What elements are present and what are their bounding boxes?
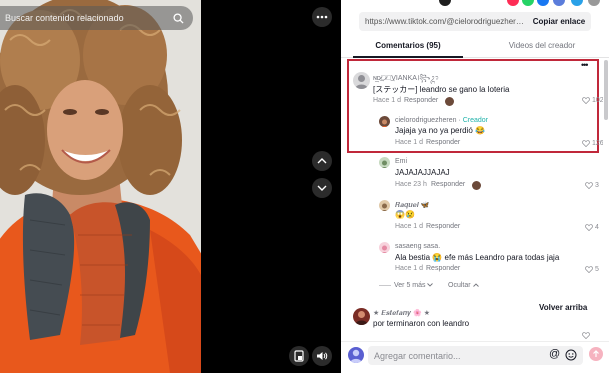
view-more-label[interactable]: Ver 5 más: [394, 282, 426, 289]
hide-replies[interactable]: Ocultar: [448, 282, 479, 289]
creator-liked-avatar: [472, 181, 481, 190]
comment-author[interactable]: ★ 𝑬𝒔𝒕𝒆𝒇𝒂𝒏𝒚 🌸 ★: [373, 309, 430, 318]
comments-scrollbar[interactable]: [603, 58, 609, 341]
video-player[interactable]: [0, 0, 201, 373]
device-icon: [294, 350, 304, 362]
scroll-thumb[interactable]: [604, 60, 608, 120]
reply-button[interactable]: Responder: [426, 139, 460, 146]
view-more-replies[interactable]: Ver 5 más: [379, 282, 434, 289]
video-frame-image: [0, 0, 201, 373]
send-button[interactable]: [589, 347, 603, 361]
send-icon: [593, 350, 599, 357]
share-icon-1[interactable]: [439, 0, 451, 6]
screen: https://www.tiktok.com/@cielorodriguezhe…: [0, 0, 609, 373]
reply-text: JAJAJAJJAJAJ: [395, 168, 450, 177]
volume-button[interactable]: [312, 346, 332, 366]
share-icon-2[interactable]: [507, 0, 519, 6]
avatar[interactable]: [379, 116, 390, 127]
video-pane: [0, 0, 341, 373]
reply-time: Hace 1 d: [395, 139, 424, 146]
share-icon-3[interactable]: [522, 0, 534, 6]
like-count: 4: [595, 224, 599, 231]
share-icon-4[interactable]: [537, 0, 549, 6]
reply-button[interactable]: Responder: [431, 181, 465, 188]
chevron-up-icon: [317, 158, 327, 164]
like-button[interactable]: 5: [585, 266, 599, 273]
tab-comments[interactable]: Comentarios (95): [341, 36, 475, 58]
comment-list: ɴ͢ᴅ̷͢ꪆ̷ꪳ͢VIANKA꫰꧂ᬊ [ステッカー] leandro se ga…: [341, 58, 603, 341]
chevron-down-icon: [317, 185, 327, 191]
tab-creator-videos[interactable]: Videos del creador: [475, 36, 609, 57]
avatar[interactable]: [353, 72, 370, 89]
heart-icon: [582, 140, 590, 147]
like-count: 5: [595, 266, 599, 273]
search-icon[interactable]: [171, 11, 185, 25]
reply-author[interactable]: sasaeng sasa.: [395, 243, 440, 250]
reply-button[interactable]: Responder: [404, 97, 438, 104]
reply-text: Jajaja ya no ya perdió 😂: [395, 126, 486, 135]
copy-link-button[interactable]: Copiar enlace: [527, 17, 591, 26]
comment-text: por terminaron con leandro: [373, 319, 470, 328]
emoji-icon[interactable]: [565, 348, 577, 366]
like-count: 102: [592, 97, 603, 104]
like-button[interactable]: 4: [585, 224, 599, 231]
panel-tabs: Comentarios (95) Videos del creador: [341, 36, 609, 58]
comment-text: [ステッカー] leandro se gano la loteria: [373, 85, 510, 94]
chevron-up-icon: [472, 283, 479, 287]
heart-icon: [582, 332, 590, 339]
reply-time: Hace 1 d: [395, 265, 424, 272]
hide-label[interactable]: Ocultar: [448, 282, 471, 289]
reply-time: Hace 23 h: [395, 181, 427, 188]
avatar[interactable]: [348, 347, 364, 363]
heart-icon: [585, 224, 593, 231]
share-icon-7[interactable]: [588, 0, 600, 6]
like-button[interactable]: 102: [582, 97, 603, 104]
mention-icon[interactable]: @: [549, 348, 560, 360]
comments-panel: https://www.tiktok.com/@cielorodriguezhe…: [341, 0, 609, 373]
creator-liked-avatar: [445, 97, 454, 106]
reply-time: Hace 1 d: [395, 223, 424, 230]
comment-more-button[interactable]: •••: [581, 60, 589, 70]
search-box[interactable]: [0, 6, 193, 30]
like-button[interactable]: 3: [585, 182, 599, 189]
avatar[interactable]: [379, 157, 390, 168]
comment-time: Hace 1 d: [373, 97, 402, 104]
like-count: 126: [592, 140, 603, 147]
back-to-top-button[interactable]: Volver arriba: [537, 302, 590, 313]
share-icon-6[interactable]: [571, 0, 583, 6]
avatar[interactable]: [379, 242, 390, 253]
share-icon-5[interactable]: [553, 0, 565, 6]
creator-badge: Creador: [462, 117, 489, 124]
avatar[interactable]: [353, 308, 370, 325]
next-video-button[interactable]: [312, 178, 332, 198]
heart-icon: [582, 97, 590, 104]
reply-author[interactable]: Emi: [395, 158, 407, 165]
volume-icon: [317, 352, 328, 360]
like-button[interactable]: [582, 332, 590, 339]
like-button[interactable]: 126: [582, 140, 603, 147]
share-link-row: https://www.tiktok.com/@cielorodriguezhe…: [359, 12, 591, 31]
chevron-down-icon: [427, 283, 434, 287]
avatar[interactable]: [379, 200, 390, 211]
heart-icon: [585, 182, 593, 189]
more-icon: [316, 15, 328, 19]
reply-author[interactable]: 𝑹𝒂𝒒𝒖𝒆𝒍 🦋: [395, 201, 429, 210]
previous-video-button[interactable]: [312, 151, 332, 171]
search-input[interactable]: [5, 13, 171, 23]
reply-text: 😱😢: [395, 210, 415, 219]
reply-author[interactable]: cielorodriguezheren · Creador: [395, 117, 488, 124]
reply-text: Ala bestia 😭 efe más Leandro para todas …: [395, 253, 560, 262]
more-options-button[interactable]: [312, 7, 332, 27]
video-url[interactable]: https://www.tiktok.com/@cielorodriguezhe…: [359, 17, 527, 26]
reply-button[interactable]: Responder: [426, 223, 460, 230]
heart-icon: [585, 266, 593, 273]
share-icons-row: [341, 0, 609, 6]
comment-composer: @: [341, 341, 609, 373]
reply-button[interactable]: Responder: [426, 265, 460, 272]
reply-author-name[interactable]: cielorodriguezheren: [395, 117, 456, 124]
float-video-button[interactable]: [289, 346, 309, 366]
like-count: 3: [595, 182, 599, 189]
